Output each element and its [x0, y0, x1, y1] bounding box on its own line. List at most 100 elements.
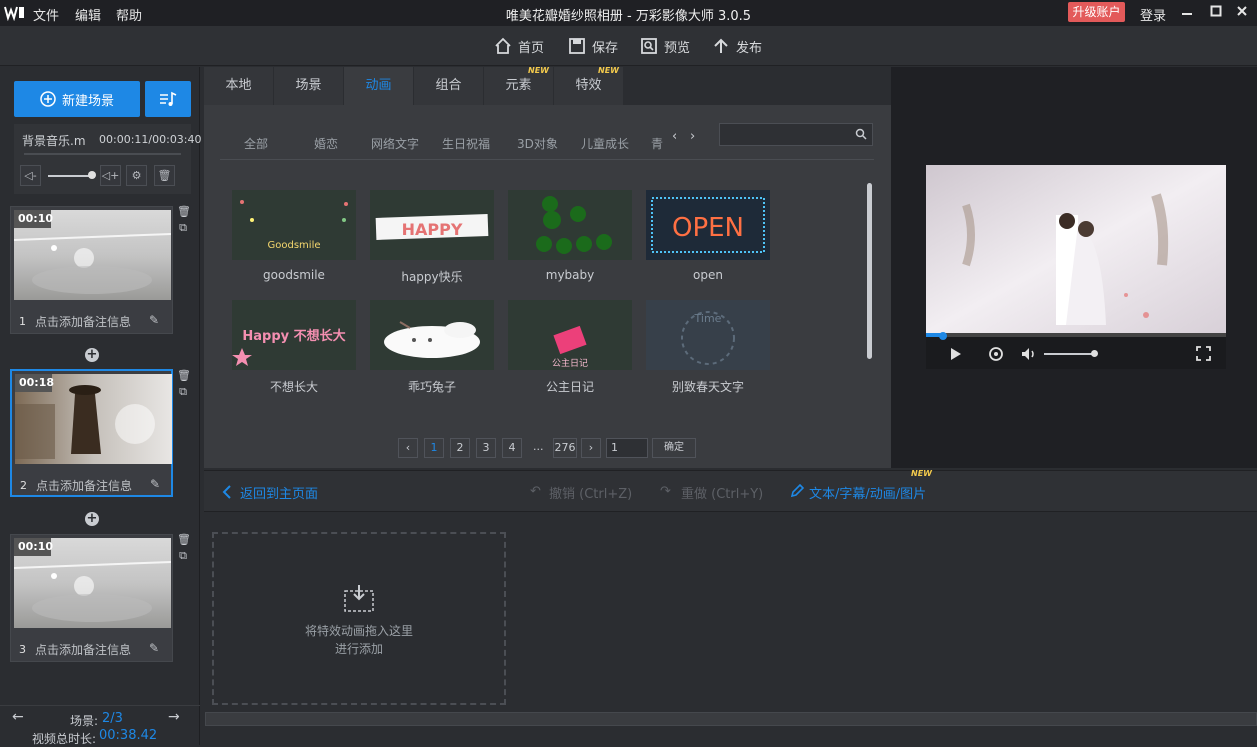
asset-thumbnail[interactable]: OPEN — [646, 190, 770, 260]
tab-animation[interactable]: 动画 — [344, 67, 414, 105]
new-badge: NEW — [528, 66, 549, 75]
redo-button[interactable]: 重做 (Ctrl+Y) — [681, 483, 763, 502]
asset-thumbnail[interactable]: HAPPY — [370, 190, 494, 260]
player-progress-knob[interactable] — [939, 332, 947, 340]
page-prev-button[interactable]: ‹ — [398, 438, 418, 458]
chevron-right-icon[interactable]: › — [690, 129, 695, 144]
trash-icon[interactable]: 🗑 — [177, 533, 191, 547]
player-controls — [926, 333, 1226, 369]
trash-icon[interactable]: 🗑 — [177, 205, 191, 219]
next-scene-icon[interactable]: → — [168, 709, 180, 725]
home-button[interactable]: 首页 — [494, 37, 545, 56]
trash-icon[interactable]: 🗑 — [154, 165, 175, 186]
home-label: 首页 — [518, 40, 545, 56]
add-scene-icon[interactable]: + — [85, 348, 99, 362]
scene-card[interactable]: 00:10 1 点击添加备注信息 ✎ — [10, 206, 173, 334]
tab-scene[interactable]: 场景 — [274, 67, 344, 105]
category-all[interactable]: 全部 — [244, 135, 268, 152]
preview-video[interactable] — [926, 165, 1226, 333]
category-youth[interactable]: 青 — [651, 135, 663, 152]
maximize-icon[interactable] — [1207, 4, 1225, 22]
page-button[interactable]: 2 — [450, 438, 470, 458]
gear-icon[interactable]: ⚙ — [126, 165, 147, 186]
page-button[interactable]: 3 — [476, 438, 496, 458]
bgm-progress-bar[interactable] — [24, 153, 181, 155]
category-love[interactable]: 婚恋 — [314, 135, 338, 152]
page-button[interactable]: 276 — [553, 438, 577, 458]
volume-down-button[interactable]: ◁- — [20, 165, 41, 186]
copy-icon[interactable]: ⧉ — [177, 221, 189, 235]
loop-icon[interactable] — [988, 346, 1004, 365]
scene-note-input[interactable]: 点击添加备注信息 — [36, 477, 132, 494]
page-confirm-button[interactable]: 确定 — [652, 438, 696, 458]
category-children[interactable]: 儿童成长 — [581, 135, 629, 152]
back-to-home-link[interactable]: 返回到主页面 — [240, 483, 318, 502]
category-birthday[interactable]: 生日祝福 — [442, 135, 490, 152]
edit-icon[interactable]: ✎ — [149, 641, 163, 655]
page-number-input[interactable]: 1 — [606, 438, 648, 458]
edit-icon[interactable]: ✎ — [150, 477, 164, 491]
tab-local[interactable]: 本地 — [204, 67, 274, 105]
preview-button[interactable]: 预览 — [640, 37, 691, 56]
music-list-icon — [160, 91, 177, 106]
publish-button[interactable]: 发布 — [712, 37, 762, 56]
undo-button[interactable]: 撤销 (Ctrl+Z) — [549, 483, 632, 502]
edit-icon[interactable]: ✎ — [149, 313, 163, 327]
preview-label: 预览 — [664, 40, 691, 56]
scene-card[interactable]: 00:10 3 点击添加备注信息 ✎ — [10, 534, 173, 662]
player-volume-knob[interactable] — [1091, 350, 1098, 357]
timeline-scrollbar[interactable] — [205, 712, 1257, 726]
fullscreen-icon[interactable] — [1196, 346, 1211, 364]
play-icon[interactable] — [950, 347, 962, 364]
prev-scene-icon[interactable]: ← — [12, 709, 24, 725]
search-icon[interactable] — [855, 128, 867, 140]
asset-thumbnail[interactable]: 公主日记 — [508, 300, 632, 370]
add-scene-icon[interactable]: + — [85, 512, 99, 526]
asset-thumbnail[interactable]: Time — [646, 300, 770, 370]
asset-scrollbar[interactable] — [867, 183, 872, 359]
volume-slider-knob[interactable] — [88, 171, 96, 179]
close-icon[interactable] — [1233, 4, 1251, 22]
animation-drop-zone[interactable] — [212, 532, 506, 705]
copy-icon[interactable]: ⧉ — [177, 385, 189, 399]
copy-icon[interactable]: ⧉ — [177, 549, 189, 563]
scene-number: 2 — [20, 479, 27, 492]
save-button[interactable]: 保存 — [568, 37, 618, 56]
chevron-left-icon[interactable]: ‹ — [672, 129, 677, 144]
drop-hint-line1: 将特效动画拖入这里 — [304, 624, 413, 638]
asset-thumbnail[interactable] — [370, 300, 494, 370]
asset-label: happy快乐 — [401, 270, 463, 284]
search-input[interactable] — [719, 123, 873, 146]
redo-icon[interactable]: ↷ — [660, 484, 671, 499]
music-settings-button[interactable] — [145, 81, 191, 117]
total-duration-value: 00:38.42 — [99, 728, 158, 743]
scene-duration: 00:18 — [15, 374, 54, 392]
text-subtitle-animation-button[interactable]: 文本/字幕/动画/图片 — [809, 483, 926, 502]
category-net-text[interactable]: 网络文字 — [371, 135, 419, 152]
scene-card-selected[interactable]: 00:18 2 点击添加备注信息 ✎ — [10, 369, 173, 497]
volume-icon[interactable] — [1021, 347, 1037, 364]
pen-icon[interactable] — [790, 483, 805, 501]
scene-note-input[interactable]: 点击添加备注信息 — [35, 641, 131, 658]
volume-slider[interactable] — [48, 175, 92, 177]
new-scene-button[interactable]: 新建场景 — [14, 81, 140, 117]
login-button[interactable]: 登录 — [1140, 5, 1166, 24]
trash-icon[interactable]: 🗑 — [177, 369, 191, 383]
player-volume-slider[interactable] — [1044, 353, 1096, 355]
undo-icon[interactable]: ↶ — [530, 484, 541, 499]
upgrade-account-button[interactable]: 升级账户 — [1068, 2, 1125, 22]
tab-combination[interactable]: 组合 — [414, 67, 484, 105]
page-next-button[interactable]: › — [581, 438, 601, 458]
page-button[interactable]: 1 — [424, 438, 444, 458]
page-button[interactable]: 4 — [502, 438, 522, 458]
player-progress-bar[interactable] — [926, 333, 1226, 337]
new-badge: NEW — [598, 66, 619, 75]
asset-thumbnail[interactable] — [508, 190, 632, 260]
asset-thumbnail[interactable]: Goodsmile — [232, 190, 356, 260]
minimize-icon[interactable] — [1178, 4, 1196, 22]
category-3d[interactable]: 3D对象 — [517, 135, 558, 152]
asset-thumbnail[interactable]: Happy 不想长大 — [232, 300, 356, 370]
chevron-left-icon[interactable] — [222, 485, 232, 502]
scene-note-input[interactable]: 点击添加备注信息 — [35, 313, 131, 330]
volume-up-button[interactable]: ◁+ — [100, 165, 121, 186]
